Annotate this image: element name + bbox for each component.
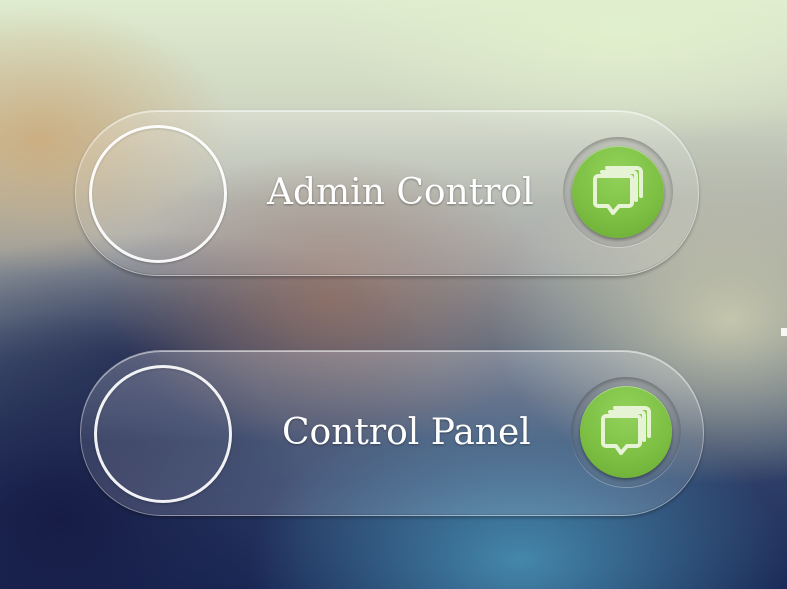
background-speck	[781, 328, 787, 336]
control-panel-icon-button[interactable]	[580, 386, 672, 478]
chat-windows-icon	[601, 406, 651, 455]
icon-well	[571, 377, 681, 487]
chat-windows-icon	[593, 166, 643, 215]
control-panel-button[interactable]: Control Panel	[80, 350, 704, 516]
toggle-circle[interactable]	[94, 365, 232, 503]
toggle-circle[interactable]	[89, 125, 227, 263]
admin-control-icon-button[interactable]	[572, 146, 664, 238]
admin-control-button[interactable]: Admin Control	[75, 110, 699, 276]
icon-well	[563, 137, 673, 247]
admin-control-label: Admin Control	[267, 172, 534, 213]
control-panel-label: Control Panel	[282, 412, 531, 453]
